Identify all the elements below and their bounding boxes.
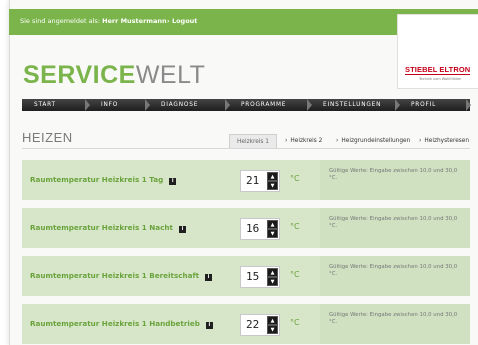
brand-name: STIEBEL ELTRON <box>405 65 471 75</box>
chevron-up-icon[interactable]: ▲ <box>267 220 278 229</box>
site-title: SERVICEWELT <box>23 63 205 88</box>
nav-label: START <box>34 102 56 108</box>
chevron-down-icon[interactable]: ▼ <box>267 181 278 190</box>
brand-logo[interactable]: STIEBEL ELTRON Technik zum Wohlfühlen <box>397 14 478 89</box>
chevron-up-icon[interactable]: ▲ <box>267 268 278 277</box>
login-prefix: Sie sind angemeldet als: <box>20 17 100 25</box>
setting-row: Raumtemperatur Heizkreis 1 Nacht i 16 ▲ ▼… <box>22 208 470 248</box>
setting-row: Raumtemperatur Heizkreis 1 Handbetrieb i … <box>22 304 470 344</box>
nav-item-start[interactable]: START <box>22 99 90 111</box>
unit-label: °C <box>290 222 300 231</box>
chevron-right-icon: › <box>419 137 422 144</box>
chevron-down-icon[interactable]: ▼ <box>267 325 278 334</box>
temperature-value[interactable]: 21 <box>246 174 259 187</box>
info-icon[interactable]: i <box>178 226 186 233</box>
setting-label-text: Raumtemperatur Heizkreis 1 Tag <box>30 175 164 184</box>
temperature-input[interactable]: 16 ▲ ▼ <box>240 218 280 240</box>
chevron-up-icon[interactable]: ▲ <box>267 172 278 181</box>
unit-label: °C <box>290 174 300 183</box>
nav-item-diagnose[interactable]: DIAGNOSE <box>149 99 230 111</box>
setting-row: Raumtemperatur Heizkreis 1 Bereitschaft i… <box>22 256 470 296</box>
unit-label: °C <box>290 318 300 327</box>
hint-box: Gültige Werte: Eingabe zwischen 10,0 und… <box>320 208 470 248</box>
nav-item-programme[interactable]: PROGRAMME <box>229 99 312 111</box>
hint-box: Gültige Werte: Eingabe zwischen 10,0 und… <box>320 256 470 296</box>
hint-box: Gültige Werte: Eingabe zwischen 10,0 und… <box>320 160 470 200</box>
info-icon[interactable]: i <box>205 322 213 329</box>
page-title: HEIZEN <box>22 130 73 145</box>
chevron-down-icon[interactable]: ▼ <box>267 277 278 286</box>
temperature-stepper: ▲ ▼ <box>267 268 278 286</box>
temperature-stepper: ▲ ▼ <box>267 316 278 334</box>
unit-label: °C <box>290 270 300 279</box>
temperature-input[interactable]: 21 ▲ ▼ <box>240 170 280 192</box>
tab-label: Heizhysteresen <box>424 138 470 144</box>
nav-label: PROFIL <box>411 102 437 108</box>
nav-label: PROGRAMME <box>241 102 287 108</box>
info-icon[interactable]: i <box>169 178 177 185</box>
hint-text: Gültige Werte: Eingabe zwischen 10,0 und… <box>329 312 458 325</box>
chevron-right-icon: › <box>285 137 288 144</box>
tab-heizkreis-2[interactable]: › Heizkreis 2 <box>285 134 322 148</box>
heading-divider <box>22 148 470 149</box>
info-icon[interactable]: i <box>205 274 213 281</box>
temperature-value[interactable]: 16 <box>246 222 259 235</box>
nav-label: EINSTELLUNGEN <box>323 102 382 108</box>
setting-label: Raumtemperatur Heizkreis 1 Nacht i <box>30 223 186 233</box>
setting-label-text: Raumtemperatur Heizkreis 1 Nacht <box>30 223 173 232</box>
nav-item-profil[interactable]: PROFIL <box>399 99 471 111</box>
temperature-value[interactable]: 22 <box>246 318 259 331</box>
site-title-part2: WELT <box>135 61 206 89</box>
main-navigation: START INFO DIAGNOSE PROGRAMME EINSTELLUN… <box>22 99 471 111</box>
hint-text: Gültige Werte: Eingabe zwischen 10,0 und… <box>329 168 458 181</box>
chevron-down-icon[interactable]: ▼ <box>267 229 278 238</box>
temperature-value[interactable]: 15 <box>246 270 259 283</box>
hint-box: Gültige Werte: Eingabe zwischen 10,0 und… <box>320 304 470 344</box>
login-status: Sie sind angemeldet als: Herr Mustermann <box>20 17 167 25</box>
logout-link[interactable]: › Logout <box>167 17 197 25</box>
setting-label: Raumtemperatur Heizkreis 1 Bereitschaft i <box>30 271 213 281</box>
brand-tagline: Technik zum Wohlfühlen <box>419 77 462 81</box>
setting-label-text: Raumtemperatur Heizkreis 1 Handbetrieb <box>30 319 200 328</box>
nav-label: INFO <box>101 102 119 108</box>
nav-item-info[interactable]: INFO <box>89 99 150 111</box>
chevron-up-icon[interactable]: ▲ <box>267 316 278 325</box>
nav-item-einstellungen[interactable]: EINSTELLUNGEN <box>311 99 400 111</box>
temperature-stepper: ▲ ▼ <box>267 172 278 190</box>
tab-heizgrundeinstellungen[interactable]: › Heizgrundeinstellungen <box>336 134 410 148</box>
hint-text: Gültige Werte: Eingabe zwischen 10,0 und… <box>329 216 458 229</box>
tab-heizkreis-1[interactable]: Heizkreis 1 <box>229 134 277 148</box>
setting-row: Raumtemperatur Heizkreis 1 Tag i 21 ▲ ▼ °… <box>22 160 470 200</box>
tab-label: Heizgrundeinstellungen <box>341 138 411 144</box>
setting-label-text: Raumtemperatur Heizkreis 1 Bereitschaft <box>30 271 200 280</box>
username: Herr Mustermann <box>102 17 167 25</box>
nav-label: DIAGNOSE <box>161 102 199 108</box>
site-title-part1: SERVICE <box>23 61 136 89</box>
chevron-right-icon: › <box>336 137 339 144</box>
temperature-stepper: ▲ ▼ <box>267 220 278 238</box>
setting-label: Raumtemperatur Heizkreis 1 Handbetrieb i <box>30 319 213 329</box>
temperature-input[interactable]: 22 ▲ ▼ <box>240 314 280 336</box>
tab-label: Heizkreis 2 <box>290 138 323 144</box>
tab-heizhysteresen[interactable]: › Heizhysteresen <box>419 134 469 148</box>
temperature-input[interactable]: 15 ▲ ▼ <box>240 266 280 288</box>
hint-text: Gültige Werte: Eingabe zwischen 10,0 und… <box>329 264 458 277</box>
setting-label: Raumtemperatur Heizkreis 1 Tag i <box>30 175 177 185</box>
